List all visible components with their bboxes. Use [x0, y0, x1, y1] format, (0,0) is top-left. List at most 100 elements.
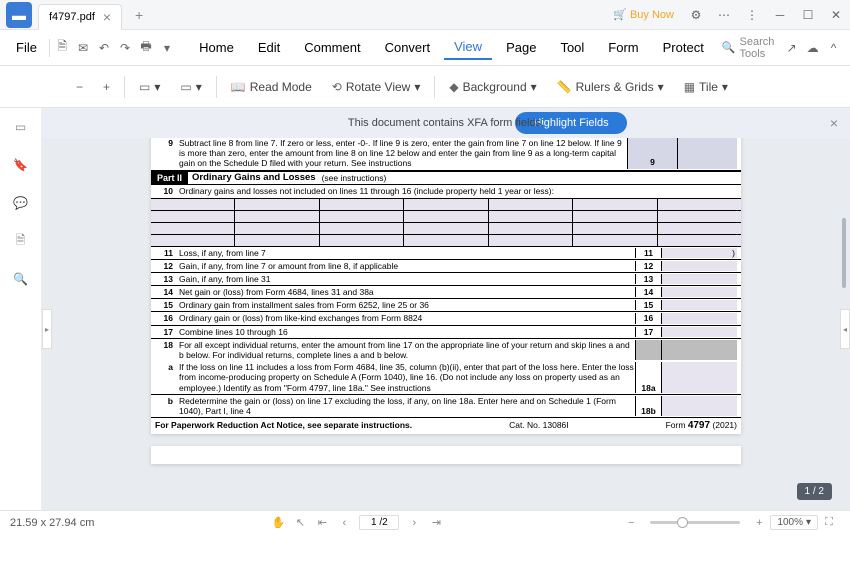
expand-right-handle[interactable]: ◂	[840, 309, 850, 349]
menu-tool[interactable]: Tool	[550, 36, 594, 59]
line-18a-value[interactable]	[661, 362, 737, 393]
hand-tool-icon[interactable]: ✋	[267, 512, 289, 534]
line-14-value[interactable]	[661, 287, 737, 297]
tab-title: f4797.pdf	[49, 11, 95, 23]
menu-view[interactable]: View	[444, 35, 492, 60]
rotate-icon: ⟲	[332, 80, 342, 94]
zoom-percent-dropdown[interactable]: 100%▾	[770, 515, 818, 530]
first-page-button[interactable]: ⇤	[311, 512, 333, 534]
menu-form[interactable]: Form	[598, 36, 648, 59]
line-16-value[interactable]	[661, 313, 737, 323]
property-grid	[151, 199, 741, 247]
kebab-menu-icon[interactable]: ⋮	[738, 3, 766, 27]
line-18b-value[interactable]	[661, 396, 737, 416]
zoom-in-button[interactable]: +	[97, 76, 116, 98]
xfa-notification: This document contains XFA form fields. …	[42, 108, 850, 138]
close-window-button[interactable]: ✕	[822, 3, 850, 27]
zoom-slider-thumb[interactable]	[677, 517, 688, 528]
menu-home[interactable]: Home	[189, 36, 244, 59]
line-11-row: 11 Loss, if any, from line 7 11 )	[151, 247, 741, 259]
line-17-value[interactable]	[661, 327, 737, 337]
pdf-page-1: Individuals, partners, S corporation sha…	[151, 108, 741, 434]
line-13-value[interactable]	[661, 274, 737, 284]
last-page-button[interactable]: ⇥	[425, 512, 447, 534]
menu-edit[interactable]: Edit	[248, 36, 290, 59]
line-12-value[interactable]	[661, 261, 737, 271]
sidebar: ▭ 🔖 💬 🗎 🔍	[0, 108, 42, 510]
page-indicator: 1 / 2	[797, 483, 832, 500]
line-9-value[interactable]	[677, 138, 737, 169]
undo-icon[interactable]: ↶	[96, 36, 113, 60]
background-button[interactable]: ◆Background▾	[443, 76, 542, 98]
rulers-grids-button[interactable]: 📏Rulers & Grids▾	[551, 76, 670, 98]
print-icon[interactable]: 🖶	[138, 36, 155, 60]
zoom-slider[interactable]	[650, 521, 740, 524]
fit-page-dropdown[interactable]: ▭▾	[133, 76, 166, 98]
ruler-icon: 📏	[557, 80, 572, 94]
select-tool-icon[interactable]: ↖	[289, 512, 311, 534]
menubar: File 🗎 ✉ ↶ ↷ 🖶 ▾ Home Edit Comment Conve…	[0, 30, 850, 66]
menu-page[interactable]: Page	[496, 36, 546, 59]
save-icon[interactable]: 🗎	[54, 36, 71, 60]
menu-protect[interactable]: Protect	[653, 36, 714, 59]
document-tab[interactable]: f4797.pdf ×	[38, 4, 122, 30]
part-2-header: Part II Ordinary Gains and Losses (see i…	[151, 171, 741, 186]
scrollbar-thumb[interactable]	[842, 218, 846, 288]
mail-icon[interactable]: ✉	[75, 36, 92, 60]
zoom-out-status[interactable]: −	[620, 512, 642, 534]
layout-dropdown[interactable]: ▭▾	[174, 76, 207, 98]
line-15-value[interactable]	[661, 300, 737, 310]
fit-screen-icon[interactable]: ⛶	[818, 512, 840, 534]
attachments-icon[interactable]: 🗎	[10, 230, 32, 252]
cloud-icon[interactable]: ☁	[804, 36, 821, 60]
search-tools[interactable]: 🔍 Search Tools	[722, 36, 779, 60]
buy-now-link[interactable]: 🛒 Buy Now	[613, 8, 674, 21]
view-toolbar: − + ▭▾ ▭▾ 📖Read Mode ⟲Rotate View▾ ◆Back…	[0, 66, 850, 108]
maximize-button[interactable]: ☐	[794, 3, 822, 27]
line-9-box: 9	[627, 138, 677, 169]
line-9-text: Subtract line 8 from line 7. If zero or …	[179, 138, 627, 169]
more-icon[interactable]: ▾	[159, 36, 176, 60]
collapse-ribbon-icon[interactable]: ^	[825, 36, 842, 60]
menu-comment[interactable]: Comment	[294, 36, 370, 59]
book-icon: 📖	[231, 80, 246, 94]
close-notification-icon[interactable]: ×	[830, 115, 838, 131]
line-12-row: 12 Gain, if any, from line 7 or amount f…	[151, 259, 741, 272]
next-page-button[interactable]: ›	[403, 512, 425, 534]
document-viewport[interactable]: This document contains XFA form fields. …	[42, 108, 850, 510]
line-9-num: 9	[155, 138, 179, 169]
statusbar: 21.59 x 27.94 cm ✋ ↖ ⇤ ‹ › ⇥ − + 100%▾ ⛶	[0, 510, 850, 534]
form-footer: For Paperwork Reduction Act Notice, see …	[151, 417, 741, 434]
read-mode-button[interactable]: 📖Read Mode	[225, 76, 318, 98]
share-icon[interactable]: ↗	[783, 36, 800, 60]
page-number-input[interactable]	[359, 515, 399, 530]
search-icon: 🔍	[722, 41, 736, 54]
main-area: ▭ 🔖 💬 🗎 🔍 This document contains XFA for…	[0, 108, 850, 510]
line-14-row: 14 Net gain or (loss) from Form 4684, li…	[151, 285, 741, 298]
bookmarks-icon[interactable]: 🔖	[10, 154, 32, 176]
notification-icon[interactable]: ⋯	[710, 3, 738, 27]
zoom-in-status[interactable]: +	[748, 512, 770, 534]
pdf-page-2-preview	[151, 446, 741, 464]
close-tab-icon[interactable]: ×	[103, 9, 111, 25]
page-dimensions: 21.59 x 27.94 cm	[10, 517, 94, 529]
minimize-button[interactable]: ─	[766, 3, 794, 27]
prev-page-button[interactable]: ‹	[333, 512, 355, 534]
line-15-row: 15 Ordinary gain from installment sales …	[151, 298, 741, 311]
zoom-out-button[interactable]: −	[70, 76, 89, 98]
thumbnails-icon[interactable]: ▭	[10, 116, 32, 138]
comments-icon[interactable]: 💬	[10, 192, 32, 214]
tile-button[interactable]: ▦Tile▾	[678, 76, 734, 98]
rotate-view-button[interactable]: ⟲Rotate View▾	[326, 76, 427, 98]
add-tab-button[interactable]: +	[128, 4, 150, 26]
gift-icon[interactable]: ⚙	[682, 3, 710, 27]
notification-text: This document contains XFA form fields.	[348, 117, 544, 129]
line-11-value[interactable]: )	[661, 248, 737, 258]
file-menu[interactable]: File	[8, 40, 45, 55]
menu-convert[interactable]: Convert	[375, 36, 441, 59]
search-panel-icon[interactable]: 🔍	[10, 268, 32, 290]
background-icon: ◆	[449, 80, 458, 94]
redo-icon[interactable]: ↷	[117, 36, 134, 60]
titlebar: ▬ f4797.pdf × + 🛒 Buy Now ⚙ ⋯ ⋮ ─ ☐ ✕	[0, 0, 850, 30]
expand-left-handle[interactable]: ▸	[42, 309, 52, 349]
